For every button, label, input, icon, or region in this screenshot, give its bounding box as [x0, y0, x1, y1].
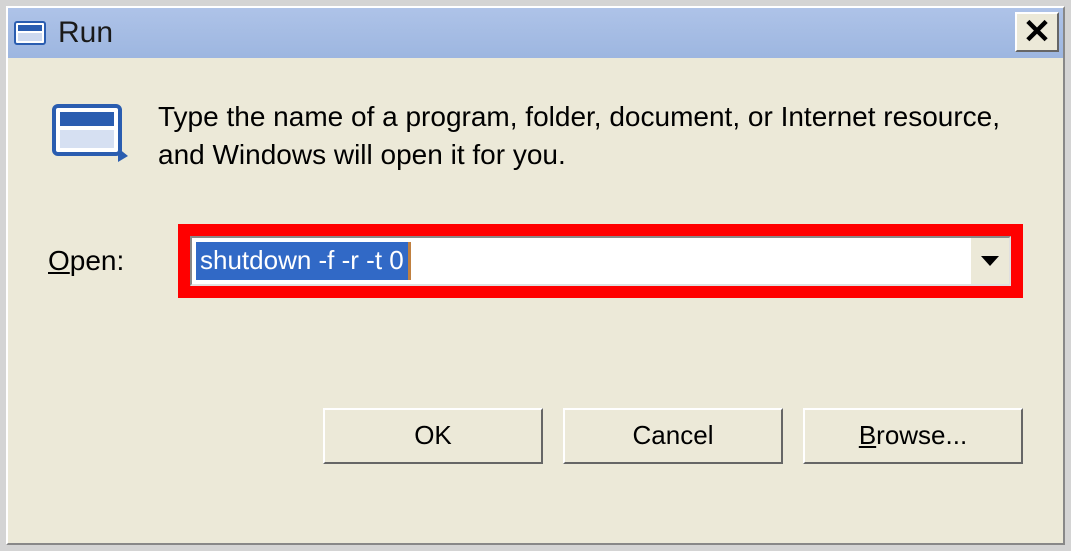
- instruction-text: Type the name of a program, folder, docu…: [158, 98, 1023, 174]
- cancel-button[interactable]: Cancel: [563, 408, 783, 464]
- chevron-down-icon: [981, 256, 999, 266]
- window-title: Run: [58, 16, 113, 50]
- run-sysmenu-icon[interactable]: [14, 19, 48, 47]
- annotation-highlight: shutdown -f -r -t 0: [178, 224, 1023, 298]
- run-dialog-icon: [48, 98, 128, 163]
- open-label: Open:: [48, 245, 178, 277]
- open-combobox-value[interactable]: shutdown -f -r -t 0: [196, 242, 408, 280]
- button-row: OK Cancel Browse...: [48, 408, 1023, 464]
- close-button[interactable]: ✕: [1015, 12, 1059, 52]
- run-dialog-window: Run ✕ Type the name of a program, folder…: [6, 6, 1065, 545]
- dialog-body: Type the name of a program, folder, docu…: [8, 58, 1063, 494]
- ok-button[interactable]: OK: [323, 408, 543, 464]
- close-icon: ✕: [1023, 15, 1052, 49]
- browse-button[interactable]: Browse...: [803, 408, 1023, 464]
- open-combobox[interactable]: shutdown -f -r -t 0: [190, 236, 1011, 286]
- titlebar[interactable]: Run ✕: [8, 8, 1063, 58]
- combobox-dropdown-button[interactable]: [969, 238, 1009, 284]
